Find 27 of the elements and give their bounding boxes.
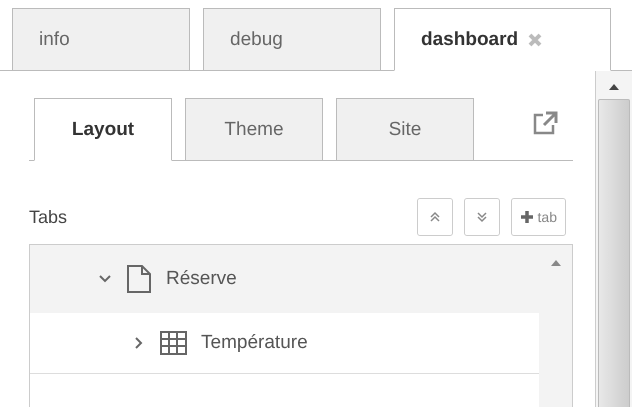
tab-label: debug xyxy=(230,28,283,50)
panel-tab[interactable]: Layout xyxy=(34,98,172,161)
scrollbar[interactable] xyxy=(539,245,572,407)
table-icon xyxy=(160,331,187,355)
plus-icon xyxy=(520,210,534,224)
section-label: Tabs xyxy=(29,206,68,228)
panel-tab[interactable]: Theme xyxy=(185,98,323,161)
tree-row[interactable]: Température xyxy=(30,313,539,374)
sidebar-tab[interactable]: info xyxy=(12,8,190,71)
page-icon xyxy=(126,265,152,293)
sidebar-tab[interactable]: debug xyxy=(203,8,381,71)
tree-row[interactable]: Réserve xyxy=(30,245,539,313)
sidebar-tab[interactable]: dashboard xyxy=(394,8,611,71)
scroll-up-icon[interactable] xyxy=(608,83,620,91)
tree-label: Réserve xyxy=(166,268,237,290)
close-icon[interactable] xyxy=(528,32,542,46)
tree-label: Température xyxy=(201,332,308,354)
tab-label: dashboard xyxy=(421,28,518,50)
add-tab-button[interactable]: tab xyxy=(510,198,566,236)
double-down-icon xyxy=(476,211,488,223)
expand-all-button[interactable] xyxy=(464,198,500,236)
panel-tab[interactable]: Site xyxy=(336,98,474,161)
double-up-icon xyxy=(428,211,441,223)
collapse-all-button[interactable] xyxy=(416,198,453,236)
tab-label: info xyxy=(39,28,70,50)
popout-icon[interactable] xyxy=(533,111,559,135)
scrollbar[interactable] xyxy=(595,71,632,407)
